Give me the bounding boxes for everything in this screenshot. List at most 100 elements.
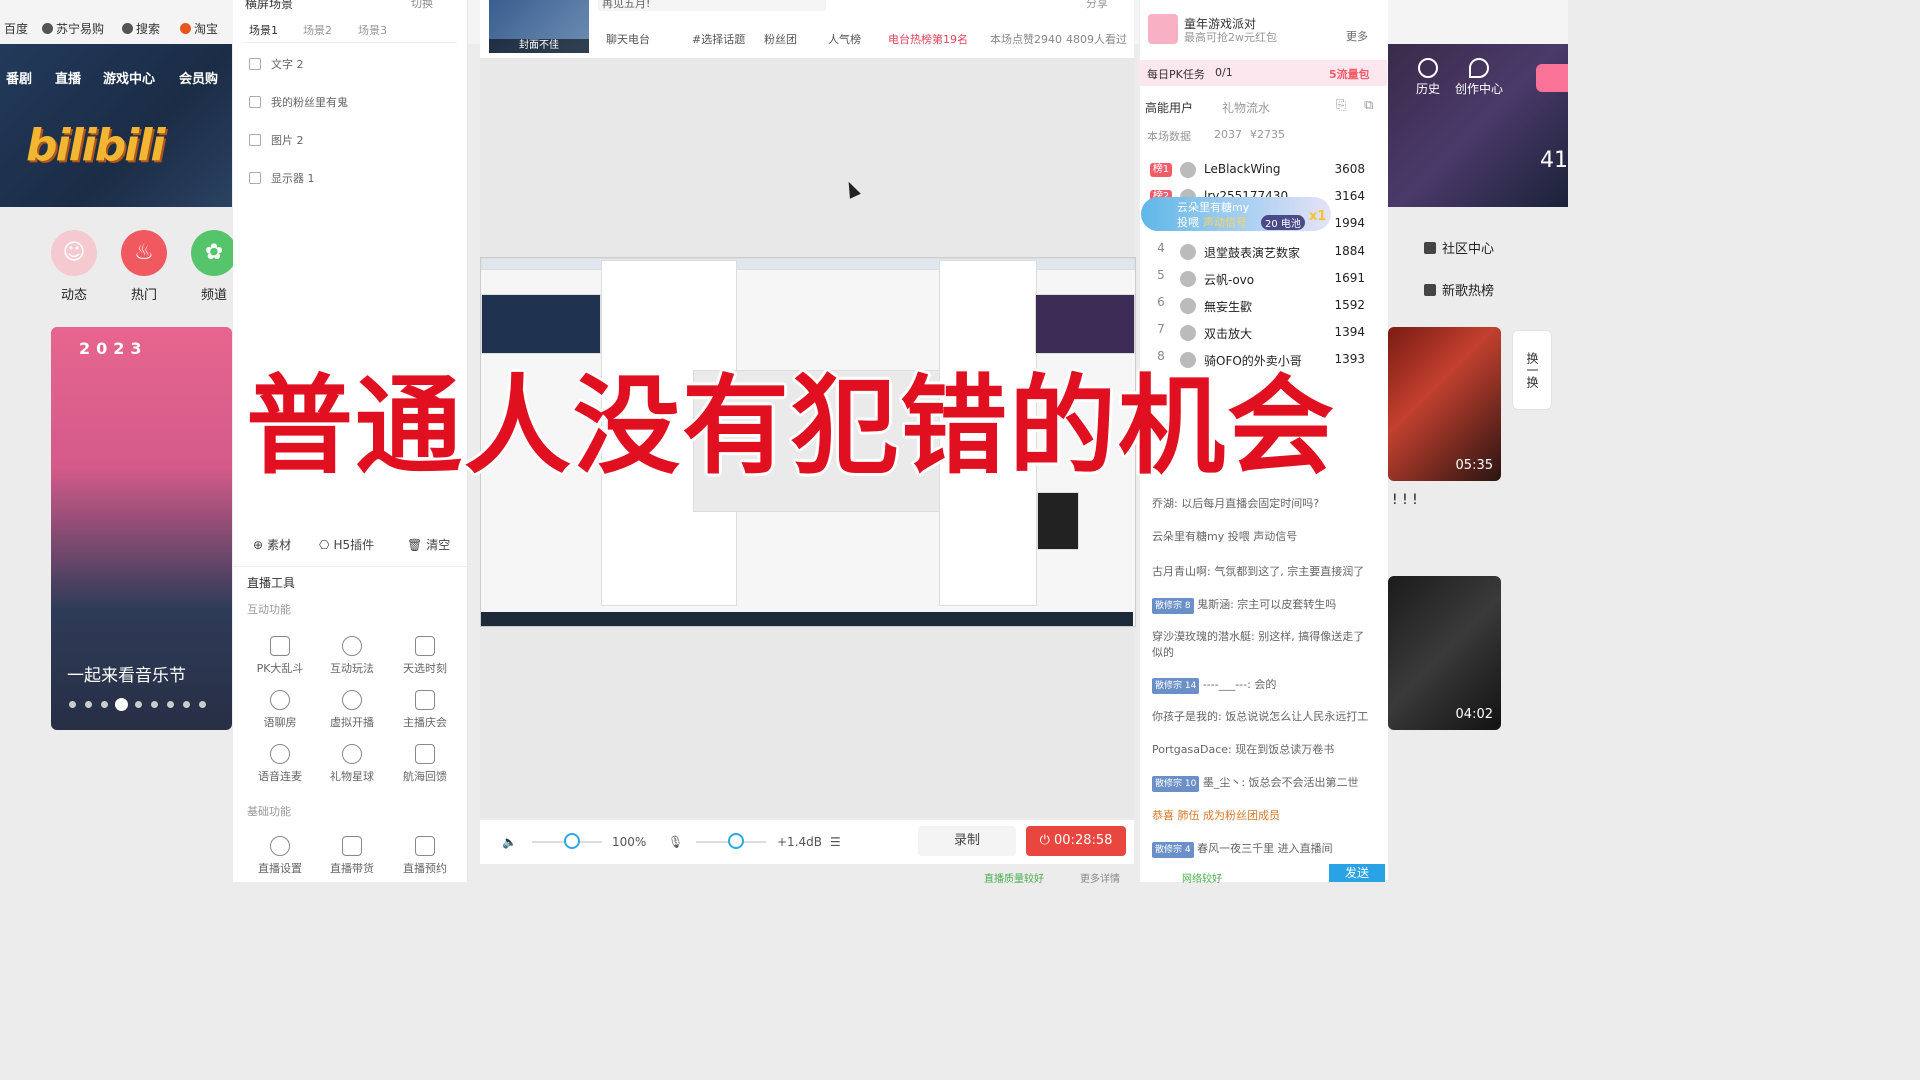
tab-scene-1[interactable]: 场景1: [249, 22, 278, 38]
viewer-count: 4809人看过: [1066, 33, 1127, 46]
mic-icon[interactable]: 🎙: [668, 835, 683, 849]
tool-streamer-party[interactable]: 主播庆会: [395, 690, 455, 730]
volume-slider-knob[interactable]: [563, 833, 580, 849]
record-button[interactable]: 录制: [918, 826, 1016, 856]
tab-scene-3[interactable]: 场景3: [358, 22, 387, 38]
tool-live-settings[interactable]: 直播设置: [250, 836, 310, 876]
source-item[interactable]: 图片 2: [249, 132, 304, 148]
tab-gift-stream[interactable]: 礼物流水: [1222, 99, 1270, 116]
gift-popup-user: 云朵里有糖my: [1177, 201, 1250, 214]
pk-progress: 0/1: [1215, 66, 1233, 79]
category-dynamic[interactable]: ☺ 动态: [51, 230, 97, 303]
bilibili-header-left: 番剧 直播 游戏中心 会员购 bilibili: [0, 44, 232, 207]
source-item[interactable]: 显示器 1: [249, 170, 315, 186]
mic-gain-value: +1.4dB: [777, 835, 822, 849]
tool-pk[interactable]: PK大乱斗: [250, 636, 310, 676]
event-thumbnail[interactable]: [1148, 14, 1178, 44]
share-button[interactable]: 分享: [1086, 0, 1108, 11]
rank-row[interactable]: 6 無妄生歡 1592: [1150, 295, 1365, 317]
tool-lottery[interactable]: 天选时刻: [395, 636, 455, 676]
more-link[interactable]: 更多: [1346, 28, 1368, 44]
tab-high-energy-users[interactable]: 高能用户: [1145, 99, 1193, 116]
anchor-icon: [415, 744, 435, 764]
header-number: 41: [1540, 148, 1568, 173]
bilibili-logo[interactable]: bilibili: [26, 120, 165, 171]
nested-taskbar: [481, 612, 1133, 626]
cover-warning: 封面不佳: [489, 39, 589, 53]
upload-button[interactable]: [1536, 64, 1568, 92]
game-icon: [342, 636, 362, 656]
tag-radio-rank[interactable]: 电台热榜第19名: [888, 31, 968, 47]
send-button[interactable]: 发送: [1329, 864, 1385, 882]
category-hot[interactable]: ♨ 热门: [121, 230, 167, 303]
pk-task-bar[interactable]: 每日PK任务 0/1 5流量包: [1139, 60, 1387, 86]
bookmark-suning[interactable]: 苏宁易购: [42, 20, 104, 37]
nested-header-right: [1035, 294, 1135, 354]
tool-voice-link[interactable]: 语音连麦: [250, 744, 310, 784]
tool-guard-reward[interactable]: 航海回馈: [395, 744, 455, 784]
material-button[interactable]: ⊕ 素材: [253, 536, 291, 553]
rank-row[interactable]: 7 双击放大 1394: [1150, 322, 1365, 344]
speaker-icon[interactable]: 🔈: [502, 835, 517, 849]
rank-row[interactable]: 5 云帆-ovo 1691: [1150, 268, 1365, 290]
carousel-banner[interactable]: 2023 一起来看音乐节: [51, 327, 232, 730]
text-source-icon: [249, 58, 261, 70]
clear-button[interactable]: 🗑 清空: [407, 536, 450, 553]
pk-task-label: 每日PK任务: [1147, 68, 1205, 81]
carousel-dot[interactable]: [101, 701, 108, 708]
plus-icon: ⊕: [253, 537, 264, 552]
refresh-button[interactable]: 换一换: [1512, 330, 1552, 410]
stream-title-input[interactable]: 再见五月!: [598, 0, 826, 11]
category-channel[interactable]: ✿ 频道: [191, 230, 237, 303]
source-item[interactable]: 我的粉丝里有鬼: [249, 94, 348, 110]
mic-slider-knob[interactable]: [727, 833, 744, 849]
carousel-dot[interactable]: [167, 701, 174, 708]
rank-row[interactable]: 4 退堂鼓表演艺数家 1884: [1150, 241, 1365, 263]
tag-popularity[interactable]: 人气榜: [828, 31, 861, 47]
fan-badge: 散修宗 10: [1152, 776, 1200, 792]
nav-live[interactable]: 直播: [55, 68, 81, 87]
tool-virtual-live[interactable]: 虚拟开播: [322, 690, 382, 730]
nav-member-shop[interactable]: 会员购: [179, 68, 218, 87]
bookmark-baidu[interactable]: 百度: [4, 20, 28, 37]
carousel-dot[interactable]: [69, 701, 76, 708]
source-item[interactable]: 文字 2: [249, 56, 304, 72]
video-card[interactable]: 05:35: [1388, 327, 1501, 481]
carousel-dot[interactable]: [183, 701, 190, 708]
bookmark-search[interactable]: 搜索: [122, 20, 160, 37]
mixer-icon[interactable]: ☰: [830, 835, 841, 849]
tag-choose-topic[interactable]: #选择话题: [692, 31, 745, 47]
carousel-dot[interactable]: [85, 701, 92, 708]
tool-interactive-play[interactable]: 互动玩法: [322, 636, 382, 676]
stream-cover[interactable]: 封面不佳: [489, 0, 589, 53]
nav-bangumi[interactable]: 番剧: [6, 68, 32, 87]
tab-scene-2[interactable]: 场景2: [303, 22, 332, 38]
avatar: [1180, 271, 1196, 287]
link-new-songs[interactable]: 新歌热榜: [1424, 280, 1494, 299]
more-details-link[interactable]: 更多详情: [1080, 870, 1120, 885]
carousel-dot[interactable]: [151, 701, 158, 708]
carousel-dot-active[interactable]: [115, 698, 128, 711]
tool-voice-room[interactable]: 语聊房: [250, 690, 310, 730]
nav-game-center[interactable]: 游戏中心: [103, 68, 155, 87]
stop-live-button[interactable]: ⏻ 00:28:58: [1026, 826, 1126, 856]
h5-plugin-button[interactable]: ⎔ H5插件: [319, 536, 374, 553]
link-community-center[interactable]: 社区中心: [1424, 238, 1494, 257]
rank-row[interactable]: 榜1 LeBlackWing 3608: [1150, 159, 1365, 181]
creator-center-button[interactable]: 创作中心: [1455, 58, 1503, 97]
tool-gift-planet[interactable]: 礼物星球: [322, 744, 382, 784]
tag-chat-radio[interactable]: 聊天电台: [606, 31, 650, 47]
carousel-dot[interactable]: [135, 701, 142, 708]
tool-live-shopping[interactable]: 直播带货: [322, 836, 382, 876]
history-button[interactable]: 历史: [1416, 58, 1440, 97]
network-status: 网络较好: [1182, 874, 1222, 885]
video-card[interactable]: 04:02: [1388, 576, 1501, 730]
carousel-dot[interactable]: [199, 701, 206, 708]
switch-button[interactable]: 切换: [411, 0, 433, 11]
volume-value: 100%: [612, 835, 647, 849]
bookmark-taobao[interactable]: 淘宝: [180, 20, 218, 37]
tag-fan-club[interactable]: 粉丝团: [764, 31, 797, 47]
gift-icon[interactable]: ⎘: [1336, 98, 1346, 113]
tool-live-reservation[interactable]: 直播预约: [395, 836, 455, 876]
popout-icon[interactable]: ⧉: [1364, 98, 1373, 113]
